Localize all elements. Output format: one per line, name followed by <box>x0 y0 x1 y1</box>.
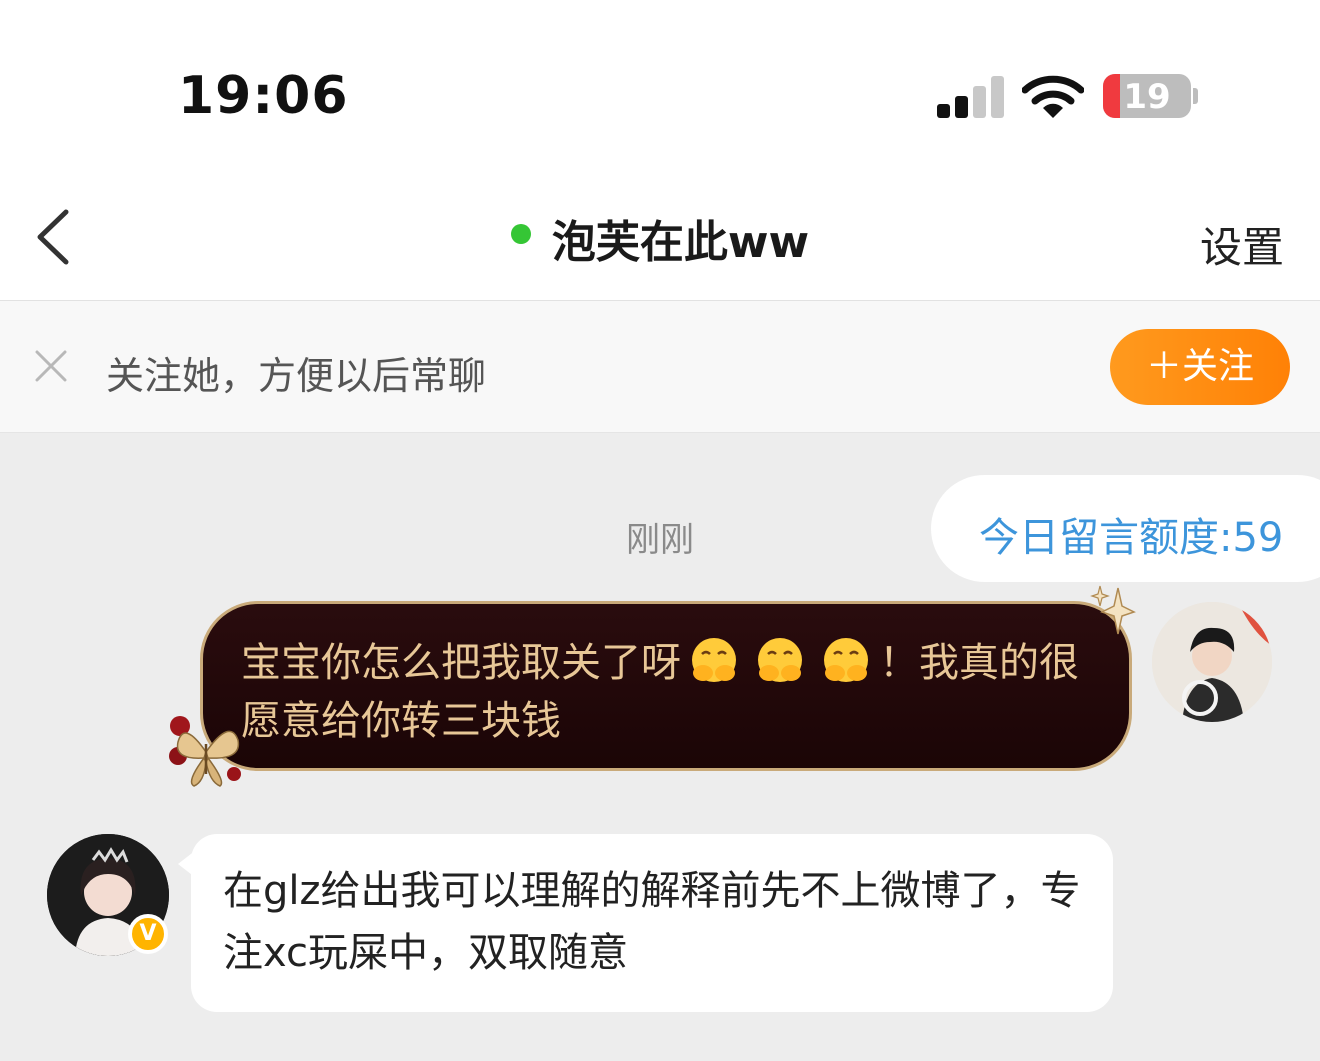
butterfly-rose-decoration-icon <box>169 716 241 787</box>
chat-header: 泡芙在此ww 设置 <box>0 190 1320 301</box>
settings-button[interactable]: 设置 <box>1200 214 1284 275</box>
cellular-signal-icon <box>937 76 1004 118</box>
message-quota-pill: 今日留言额度:59 <box>931 475 1320 582</box>
outgoing-message-bubble[interactable]: 宝宝你怎么把我取关了呀 ！我真的很愿意给你转三块钱 <box>200 601 1132 771</box>
face-with-hand-over-mouth-emoji-icon <box>758 638 802 682</box>
face-with-hand-over-mouth-emoji-icon <box>824 638 868 682</box>
my-avatar[interactable] <box>1152 602 1272 722</box>
user-photo-icon <box>1152 602 1272 722</box>
chat-title: 泡芙在此ww <box>551 217 810 268</box>
incoming-message-bubble[interactable]: 在glz给出我可以理解的解释前先不上微博了，专注xc玩屎中，双取随意 <box>191 834 1113 1012</box>
wifi-icon <box>1022 75 1084 118</box>
sparkle-decoration-icon <box>1090 585 1136 635</box>
follow-prompt-text: 关注她，方便以后常聊 <box>106 354 487 398</box>
status-bar: 19:06 19 <box>0 0 1320 190</box>
battery-cap <box>1193 88 1198 104</box>
outgoing-message-part1: 宝宝你怎么把我取关了呀 <box>241 640 681 686</box>
face-with-hand-over-mouth-emoji-icon <box>692 638 736 682</box>
incoming-message-text: 在glz给出我可以理解的解释前先不上微博了，专注xc玩屎中，双取随意 <box>223 868 1081 976</box>
status-time: 19:06 <box>178 66 349 126</box>
verified-badge: V <box>128 914 168 954</box>
battery-icon: 19 <box>1103 74 1191 118</box>
follow-banner: 关注她，方便以后常聊 ＋关注 <box>0 301 1320 433</box>
message-quota-label: 今日留言额度:59 <box>979 515 1284 561</box>
battery-level: 19 <box>1123 77 1171 117</box>
follow-button[interactable]: ＋关注 <box>1110 329 1290 405</box>
close-icon[interactable] <box>34 349 68 383</box>
chat-title-group: 泡芙在此ww <box>0 206 1320 270</box>
outgoing-message-text: 宝宝你怎么把我取关了呀 ！我真的很愿意给你转三块钱 <box>241 634 1081 750</box>
message-timestamp: 刚刚 <box>626 520 694 560</box>
online-status-dot <box>510 224 531 244</box>
